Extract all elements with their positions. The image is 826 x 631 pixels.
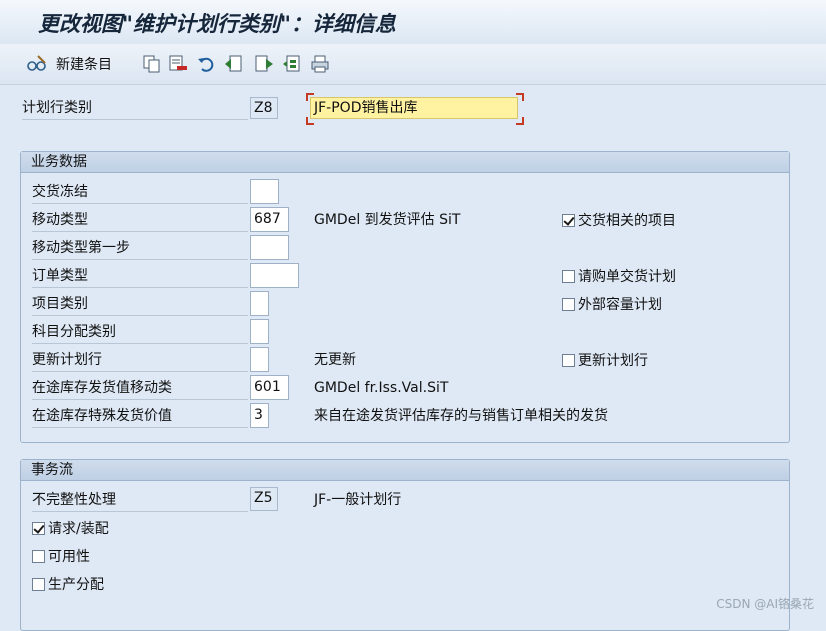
next-entry-icon — [255, 55, 273, 72]
incompletion-procedure-description: JF-一般计划行 — [314, 492, 402, 508]
update-schedule-line-label: 更新计划行 — [32, 349, 248, 372]
update-sched-lines-checkbox[interactable]: 更新计划行 — [562, 349, 648, 371]
focus-corner-bottom-right — [516, 117, 524, 125]
previous-entry-button[interactable] — [224, 53, 244, 75]
order-type-field[interactable] — [250, 263, 299, 288]
availability-checkbox[interactable]: 可用性 — [32, 545, 90, 567]
checkbox-unchecked-icon — [562, 353, 575, 367]
external-capacity-planning-checkbox[interactable]: 外部容量计划 — [562, 293, 662, 315]
account-assignment-category-field[interactable] — [250, 319, 269, 344]
item-category-field[interactable] — [250, 291, 269, 316]
select-block-icon — [283, 55, 300, 72]
new-entries-label: 新建条目 — [56, 57, 112, 73]
movement-type-field[interactable]: 687 — [250, 207, 289, 232]
schedule-line-category-field[interactable]: Z8 — [250, 97, 278, 119]
next-entry-button[interactable] — [254, 53, 274, 75]
requirements-assembly-label: 请求/装配 — [48, 521, 109, 537]
update-sched-lines-label: 更新计划行 — [578, 353, 648, 369]
checkbox-checked-icon — [32, 521, 45, 535]
transit-stock-movement-type-description: GMDel fr.Iss.Val.SiT — [314, 380, 449, 396]
focus-corner-top-left — [306, 93, 314, 101]
previous-entry-icon — [225, 55, 242, 72]
availability-label: 可用性 — [48, 549, 90, 565]
new-entries-button[interactable]: 新建条目 — [26, 53, 112, 75]
purchase-req-delivery-schedule-checkbox[interactable]: 请购单交货计划 — [562, 265, 676, 287]
checkbox-checked-icon — [562, 213, 575, 227]
product-allocation-label: 生产分配 — [48, 577, 104, 593]
movement-type-step1-label: 移动类型第一步 — [32, 237, 248, 260]
transaction-flow-title: 事务流 — [21, 460, 789, 481]
external-capacity-planning-label: 外部容量计划 — [578, 297, 662, 313]
movement-type-step1-field[interactable] — [250, 235, 289, 260]
purchase-req-delivery-schedule-label: 请购单交货计划 — [578, 269, 676, 285]
update-schedule-line-field[interactable] — [250, 347, 269, 372]
window-title: 更改视图"维护计划行类别"：详细信息 — [38, 11, 396, 36]
movement-type-label: 移动类型 — [32, 209, 248, 232]
checkbox-unchecked-icon — [562, 269, 575, 283]
delete-button[interactable] — [168, 53, 188, 75]
undo-icon — [198, 57, 214, 72]
account-assignment-category-label: 科目分配类别 — [32, 321, 248, 344]
order-type-label: 订单类型 — [32, 265, 248, 288]
schedule-line-category-label: 计划行类别 — [22, 97, 248, 120]
incompletion-procedure-label: 不完整性处理 — [32, 489, 248, 512]
transit-stock-movement-type-field[interactable]: 601 — [250, 375, 289, 400]
copy-icon — [143, 55, 160, 73]
business-data-title: 业务数据 — [21, 152, 789, 173]
transit-stock-movement-type-label: 在途库存发货值移动类 — [32, 377, 248, 400]
delivery-relevant-label: 交货相关的项目 — [578, 213, 676, 229]
print-button[interactable] — [310, 53, 330, 75]
product-allocation-checkbox[interactable]: 生产分配 — [32, 573, 104, 595]
transaction-flow-group: 事务流 — [20, 459, 790, 631]
transit-special-issue-value-field[interactable]: 3 — [250, 403, 269, 428]
copy-button[interactable] — [142, 53, 162, 75]
delete-icon — [169, 55, 187, 71]
application-toolbar: 新建条目 — [0, 44, 826, 85]
checkbox-unchecked-icon — [32, 577, 45, 591]
update-schedule-line-description: 无更新 — [314, 352, 356, 368]
glasses-pencil-icon — [27, 55, 46, 71]
undo-button[interactable] — [196, 53, 216, 75]
title-bar: 更改视图"维护计划行类别"：详细信息 — [0, 0, 826, 44]
transit-special-issue-value-label: 在途库存特殊发货价值 — [32, 405, 248, 428]
delivery-block-label: 交货冻结 — [32, 181, 248, 204]
checkbox-unchecked-icon — [562, 297, 575, 311]
select-all-button[interactable] — [282, 53, 302, 75]
focus-corner-top-right — [516, 93, 524, 101]
print-icon — [311, 55, 329, 73]
delivery-block-field[interactable] — [250, 179, 279, 204]
focus-corner-bottom-left — [306, 117, 314, 125]
watermark: CSDN @AI铬桑花 — [716, 597, 814, 611]
movement-type-description: GMDel 到发货评估 SiT — [314, 212, 461, 228]
item-category-label: 项目类别 — [32, 293, 248, 316]
transit-special-issue-value-description: 来自在途发货评估库存的与销售订单相关的发货 — [314, 408, 608, 424]
requirements-assembly-checkbox[interactable]: 请求/装配 — [32, 517, 109, 539]
checkbox-unchecked-icon — [32, 549, 45, 563]
incompletion-procedure-field[interactable]: Z5 — [250, 487, 278, 511]
schedule-line-category-description-field[interactable]: JF-POD销售出库 — [310, 97, 518, 119]
delivery-relevant-checkbox[interactable]: 交货相关的项目 — [562, 209, 676, 231]
